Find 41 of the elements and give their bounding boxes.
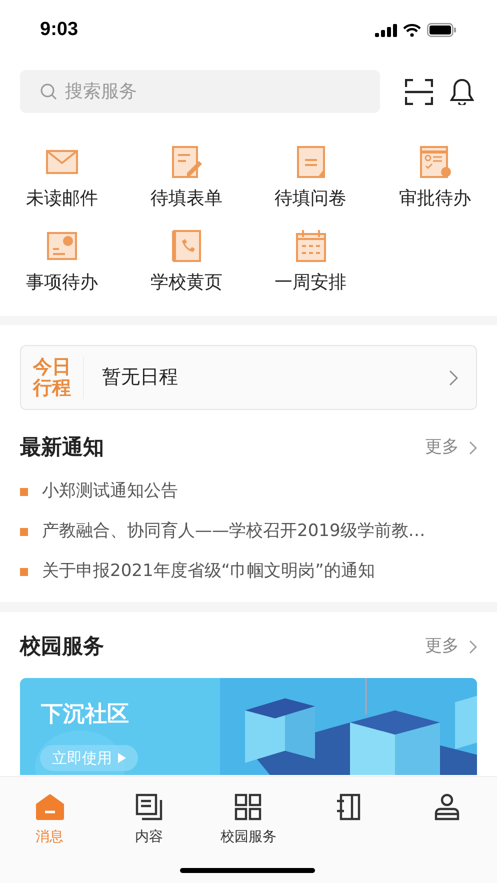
- play-icon: [118, 753, 126, 763]
- status-time: 9:03: [40, 18, 78, 42]
- notice-link[interactable]: 产教融合、协同育人——学校召开2019级学前教…: [42, 519, 426, 545]
- bell-icon[interactable]: [450, 78, 474, 105]
- shortcut-item[interactable]: 审批待办: [372, 143, 497, 227]
- schedule-card[interactable]: 今日 行程 暂无日程: [20, 345, 477, 410]
- banner-title: 下沉社区: [41, 701, 129, 729]
- bullet-icon: [20, 568, 28, 576]
- section-title: 校园服务: [20, 633, 104, 660]
- notebook-icon: [334, 793, 361, 821]
- section-title: 最新通知: [20, 434, 104, 462]
- shortcut-item[interactable]: 事项待办: [0, 227, 124, 311]
- scan-icon[interactable]: [405, 78, 433, 104]
- schedule-label: 今日: [33, 356, 71, 378]
- more-link[interactable]: 更多: [425, 634, 477, 660]
- schedule-label: 行程: [33, 378, 71, 398]
- shortcut-item[interactable]: 待填表单: [124, 143, 248, 227]
- signal-icon: [375, 24, 397, 36]
- battery-icon: [427, 23, 457, 37]
- tab-item[interactable]: 校园服务: [198, 793, 298, 853]
- search-field[interactable]: 搜索服务: [20, 70, 380, 113]
- more-link[interactable]: 更多: [425, 435, 477, 461]
- documents-icon: [135, 793, 164, 821]
- wifi-icon: [403, 24, 421, 36]
- person-icon: [434, 793, 460, 821]
- chevron-right-icon: [469, 441, 477, 455]
- shortcut-item[interactable]: 待填问卷: [248, 143, 373, 227]
- shortcut-item[interactable]: 未读邮件: [0, 143, 124, 227]
- tab-item[interactable]: 内容: [99, 793, 199, 853]
- schedule-text: 暂无日程: [102, 365, 179, 390]
- shortcut-item[interactable]: 学校黄页: [124, 227, 248, 311]
- chevron-right-icon: [449, 370, 458, 386]
- shortcut-item[interactable]: 一周安排: [248, 227, 373, 311]
- chevron-right-icon: [469, 640, 477, 654]
- grid-icon: [234, 793, 262, 821]
- notice-link[interactable]: 小郑测试通知公告: [42, 479, 178, 505]
- bullet-icon: [20, 488, 28, 496]
- bullet-icon: [20, 528, 28, 536]
- search-icon: [40, 83, 57, 100]
- house-icon: [34, 793, 65, 821]
- notice-link[interactable]: 关于申报2021年度省级“巾帼文明岗”的通知: [42, 559, 375, 585]
